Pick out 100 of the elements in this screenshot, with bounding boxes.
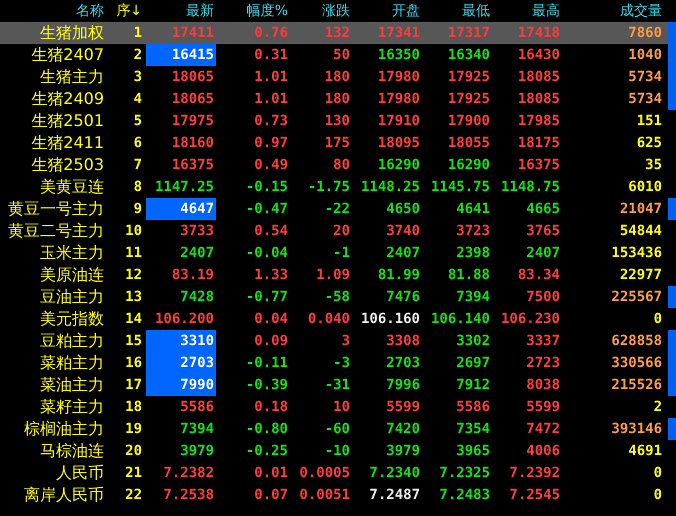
table-cell-text: 106.140 — [430, 311, 491, 327]
table-row[interactable]: 菜籽主力 18 5586 0.18 10 5599 5586 5599 2 — [0, 396, 676, 418]
table-cell-text: 2 — [654, 399, 663, 415]
table-cell-text: 16290 — [448, 157, 491, 173]
table-cell-text: 7472 — [526, 421, 561, 437]
column-header[interactable]: 序↓ — [116, 2, 146, 20]
table-cell: 83.19 — [172, 267, 214, 283]
table-cell: 18065 — [172, 69, 214, 85]
table-row[interactable]: 离岸人民币 22 7.2538 0.07 0.0051 7.2487 7.2483 7.2545 0 — [0, 484, 676, 506]
table-cell-text: 0.54 — [254, 223, 289, 239]
row-number: 18 — [125, 399, 143, 415]
table-cell-text: 17418 — [518, 25, 561, 41]
table-row[interactable]: 生猪2503 7 16375 0.49 80 16290 16290 16375 35 — [0, 154, 676, 176]
instrument-name: 生猪2409 — [31, 88, 105, 110]
table-row[interactable]: 马棕油连 20 3979 -0.25 -10 3979 3965 4006 4691 — [0, 440, 676, 462]
table-cell-text: 16430 — [518, 47, 561, 63]
table-row[interactable]: 黄豆一号主力 9 4647 -0.47 -22 4650 4641 4665 21047 — [0, 198, 676, 220]
table-row[interactable]: 菜粕主力 16 2703 -0.11 -3 2703 2697 2723 330566 — [0, 352, 676, 374]
table-row[interactable]: 豆粕主力 15 3310 0.09 3 3308 3302 3337 628858 — [0, 330, 676, 352]
table-cell-text: 7420 — [386, 421, 421, 437]
table-cell-text: 151 — [636, 113, 663, 129]
table-cell-text: 4641 — [456, 201, 491, 217]
table-cell-text: 1040 — [628, 47, 663, 63]
table-cell: 16375 — [172, 157, 214, 173]
table-cell-text: -0.25 — [246, 443, 289, 459]
column-header[interactable]: 成交量 — [620, 2, 664, 20]
table-cell-text: 18055 — [448, 135, 491, 151]
column-header[interactable]: 最新 — [186, 2, 216, 20]
table-cell: 18160 — [172, 135, 214, 151]
table-cell: 3310 — [180, 333, 214, 349]
table-cell-text: 17925 — [448, 69, 491, 85]
table-cell-text: 3302 — [456, 333, 491, 349]
table-cell-text: 5586 — [456, 399, 491, 415]
table-cell-text: 1.33 — [254, 267, 289, 283]
instrument-name: 玉米主力 — [40, 242, 105, 264]
table-cell-text: 5599 — [526, 399, 561, 415]
instrument-name: 生猪2503 — [31, 154, 105, 176]
column-header[interactable]: 名称 — [76, 2, 108, 20]
table-row[interactable]: 生猪2409 4 18065 1.01 180 17980 17925 18085 5734 — [0, 88, 676, 110]
row-number: 14 — [125, 311, 143, 327]
table-cell-text: 20 — [333, 223, 351, 239]
table-row[interactable]: 美原油连 12 83.19 1.33 1.09 81.99 81.88 83.34 22977 — [0, 264, 676, 286]
table-cell-text: 0.040 — [308, 311, 351, 327]
table-cell-text: -1 — [333, 245, 351, 261]
instrument-name: 人民币 — [56, 462, 105, 484]
column-header[interactable]: 最高 — [532, 2, 562, 20]
table-cell-text: 4006 — [526, 443, 561, 459]
table-row[interactable]: 美黄豆连 8 1147.25 -0.15 -1.75 1148.25 1145.75 1148.75 6010 — [0, 176, 676, 198]
column-header[interactable]: 幅度% — [246, 2, 290, 20]
table-row[interactable]: 生猪2407 2 16415 0.31 50 16350 16340 16430 1040 — [0, 44, 676, 66]
table-cell-text: 0.18 — [254, 399, 289, 415]
table-cell-text: 4650 — [386, 201, 421, 217]
table-row[interactable]: 菜油主力 17 7990 -0.39 -31 7996 7912 8038 215526 — [0, 374, 676, 396]
table-cell-text: 7.2325 — [439, 465, 491, 481]
table-cell-text: 106.230 — [500, 311, 561, 327]
table-row[interactable]: 美元指数 14 106.200 0.04 0.040 106.160 106.140 106.230 0 — [0, 308, 676, 330]
row-number: 8 — [134, 179, 143, 195]
column-header[interactable]: 开盘 — [392, 2, 422, 20]
table-cell-text: -10 — [324, 443, 351, 459]
instrument-name: 美原油连 — [40, 264, 105, 286]
instrument-name: 生猪加权 — [40, 22, 105, 44]
table-row[interactable]: 玉米主力 11 2407 -0.04 -1 2407 2398 2407 153436 — [0, 242, 676, 264]
table-cell-text: 1.09 — [316, 267, 351, 283]
table-cell-text: 22977 — [620, 267, 663, 283]
table-cell: 7990 — [180, 377, 214, 393]
table-cell-text: 0.09 — [254, 333, 289, 349]
table-row[interactable]: 生猪加权 1 17411 0.76 132 17341 17317 17418 7860 — [0, 22, 676, 44]
table-row[interactable]: 生猪主力 3 18065 1.01 180 17980 17925 18085 5734 — [0, 66, 676, 88]
table-cell-text: 7860 — [628, 25, 663, 41]
table-cell-text: 3337 — [526, 333, 561, 349]
row-number: 13 — [125, 289, 143, 305]
row-number: 11 — [125, 245, 143, 261]
table-cell-text: 18085 — [518, 91, 561, 107]
instrument-name: 棕榈油主力 — [24, 418, 105, 440]
table-cell-text: 7.2340 — [369, 465, 421, 481]
row-number: 17 — [125, 377, 143, 393]
table-cell-text: 18085 — [518, 69, 561, 85]
column-header[interactable]: 涨跌 — [322, 2, 352, 20]
table-row[interactable]: 黄豆二号主力 10 3733 0.54 20 3740 3723 3765 54844 — [0, 220, 676, 242]
column-header[interactable]: 最低 — [462, 2, 492, 20]
table-cell: 2703 — [180, 355, 214, 371]
table-row[interactable]: 生猪2501 5 17975 0.73 130 17910 17900 17985 151 — [0, 110, 676, 132]
table-cell-text: 17980 — [378, 91, 421, 107]
table-cell-text: 0 — [654, 487, 663, 503]
row-number: 6 — [134, 135, 143, 151]
table-cell-text: 1148.25 — [360, 179, 421, 195]
table-row[interactable]: 豆油主力 13 7428 -0.77 -58 7476 7394 7500 225567 — [0, 286, 676, 308]
table-cell-text: 5599 — [386, 399, 421, 415]
table-cell-text: 106.160 — [360, 311, 421, 327]
table-cell-text: 7500 — [526, 289, 561, 305]
table-cell-text: 7996 — [386, 377, 421, 393]
table-cell-text: 0.01 — [254, 465, 289, 481]
table-cell-text: 10 — [333, 399, 351, 415]
table-row[interactable]: 棕榈油主力 19 7394 -0.80 -60 7420 7354 7472 393146 — [0, 418, 676, 440]
table-cell-text: 3308 — [386, 333, 421, 349]
table-row[interactable]: 人民币 21 7.2382 0.01 0.0005 7.2340 7.2325 7.2392 0 — [0, 462, 676, 484]
table-cell-text: 5734 — [628, 69, 663, 85]
table-row[interactable]: 生猪2411 6 18160 0.97 175 18095 18055 18175 625 — [0, 132, 676, 154]
table-cell-text: 35 — [645, 157, 663, 173]
table-cell-text: 2703 — [386, 355, 421, 371]
